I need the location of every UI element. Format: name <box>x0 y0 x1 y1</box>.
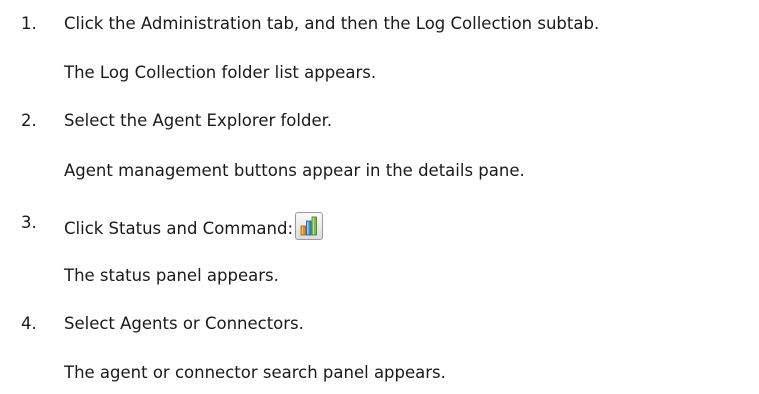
step-3-number: 3. <box>21 213 37 232</box>
step-2-result: Agent management buttons appear in the d… <box>64 161 525 180</box>
step-2-action: Select the Agent Explorer folder. <box>64 111 333 130</box>
step-1-action: Click the Administration tab, and then t… <box>64 14 600 33</box>
step-4-action: Select Agents or Connectors. <box>64 314 304 333</box>
step-1: 1. Click the Administration tab, and the… <box>21 13 600 35</box>
step-1-result: The Log Collection folder list appears. <box>64 63 377 82</box>
step-1-number: 1. <box>21 14 37 33</box>
step-4-number: 4. <box>21 314 37 333</box>
step-4-result: The agent or connector search panel appe… <box>64 363 446 382</box>
step-2-number: 2. <box>21 111 37 130</box>
step-3-result: The status panel appears. <box>64 266 279 285</box>
step-4: 4. Select Agents or Connectors. <box>21 313 304 335</box>
step-3-action: Click Status and Command: <box>64 219 294 238</box>
status-and-command-icon <box>300 216 317 236</box>
status-and-command-button <box>295 212 324 240</box>
step-3-action-line: Click Status and Command: <box>64 212 324 240</box>
step-2: 2. Select the Agent Explorer folder. <box>21 110 333 132</box>
step-3: 3. Click Status and Command: <box>21 212 324 240</box>
